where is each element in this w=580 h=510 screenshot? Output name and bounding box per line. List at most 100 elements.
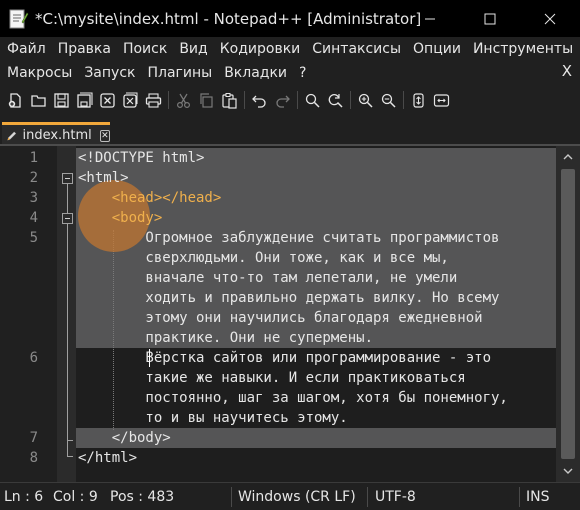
notepadpp-logo-icon bbox=[9, 9, 29, 28]
code-line: <!DOCTYPE html> bbox=[78, 150, 205, 166]
modified-file-pencil-icon bbox=[7, 131, 17, 140]
line-number: 5 bbox=[29, 230, 38, 246]
tab-close-button[interactable]: ✕ bbox=[99, 129, 110, 142]
save-button[interactable] bbox=[50, 88, 73, 112]
toolbar-separator bbox=[350, 91, 351, 109]
paste-button[interactable] bbox=[218, 88, 241, 112]
cut-button[interactable] bbox=[172, 88, 195, 112]
toolbar-separator bbox=[244, 91, 245, 109]
minimize-button[interactable] bbox=[400, 0, 460, 37]
line-number: 4 bbox=[29, 210, 38, 226]
copy-button[interactable] bbox=[195, 88, 218, 112]
menu-macro[interactable]: Макросы bbox=[0, 65, 77, 81]
menu-search[interactable]: Поиск bbox=[116, 41, 172, 57]
toolbar-separator bbox=[297, 91, 298, 109]
menu-view[interactable]: Вид bbox=[172, 41, 212, 57]
status-position: Pos : 483 bbox=[110, 489, 175, 505]
word-wrap-button[interactable] bbox=[430, 88, 453, 112]
sync-scroll-button[interactable] bbox=[407, 88, 430, 112]
status-bar: Ln : 6 Col : 9 Pos : 483 Windows (CR LF)… bbox=[0, 482, 580, 510]
copy-icon bbox=[200, 92, 213, 108]
code-line: то и вы научитесь этому. bbox=[78, 410, 348, 426]
code-line: сверхлюдьми. Они тоже, как и все мы, bbox=[78, 250, 449, 266]
line-number: 8 bbox=[29, 450, 38, 466]
status-separator bbox=[367, 487, 368, 507]
fold-line bbox=[67, 184, 68, 456]
code-line: практике. Они не супермены. bbox=[78, 330, 374, 346]
open-file-icon bbox=[31, 94, 46, 107]
menu-row-1: Файл Правка Поиск Вид Кодировки Синтакси… bbox=[0, 37, 578, 61]
fold-toggle-html[interactable] bbox=[62, 173, 73, 184]
redo-button[interactable] bbox=[271, 88, 294, 112]
undo-button[interactable] bbox=[248, 88, 271, 112]
code-line: этому они научились благодаря ежедневной bbox=[78, 310, 483, 326]
menu-language[interactable]: Синтаксисы bbox=[305, 41, 406, 57]
code-line: Огромное заблуждение считать программист… bbox=[78, 230, 500, 246]
line-number: 7 bbox=[29, 430, 38, 446]
code-line: </html> bbox=[78, 450, 138, 466]
toolbar-separator bbox=[403, 91, 404, 109]
menu-edit[interactable]: Правка bbox=[51, 41, 116, 57]
menu-run[interactable]: Запуск bbox=[77, 65, 140, 81]
replace-icon bbox=[328, 93, 343, 108]
close-all-button[interactable] bbox=[119, 88, 142, 112]
maximize-icon bbox=[484, 13, 496, 24]
minimize-icon bbox=[425, 18, 435, 19]
wrap-icon bbox=[433, 93, 450, 107]
find-icon bbox=[305, 93, 320, 108]
vertical-scrollbar[interactable] bbox=[556, 146, 580, 482]
code-line: </body> bbox=[78, 430, 171, 446]
code-line: Вёрстка сайтов или программирование - эт… bbox=[78, 350, 492, 366]
menu-close-document[interactable]: X bbox=[562, 62, 572, 80]
window-title: *C:\mysite\index.html - Notepad++ [Admin… bbox=[35, 9, 422, 28]
zoom-out-button[interactable] bbox=[377, 88, 400, 112]
menu-tools[interactable]: Инструменты bbox=[466, 41, 578, 57]
close-file-button[interactable] bbox=[96, 88, 119, 112]
status-line: Ln : 6 bbox=[4, 489, 44, 505]
tab-label: index.html bbox=[22, 128, 92, 143]
print-button[interactable] bbox=[142, 88, 165, 112]
paste-icon bbox=[222, 92, 237, 109]
replace-button[interactable] bbox=[324, 88, 347, 112]
status-separator bbox=[231, 487, 232, 507]
menu-window[interactable]: Вкладки bbox=[217, 65, 292, 81]
scroll-down-button[interactable] bbox=[556, 460, 580, 482]
tab-bar: index.html ✕ bbox=[0, 114, 580, 146]
status-eol: Windows (CR LF) bbox=[238, 489, 356, 505]
scroll-up-button[interactable] bbox=[556, 146, 580, 168]
open-file-button[interactable] bbox=[27, 88, 50, 112]
menu-help[interactable]: ? bbox=[292, 65, 311, 81]
menu-plugins[interactable]: Плагины bbox=[140, 65, 217, 81]
save-all-icon bbox=[77, 91, 93, 108]
tab-index-html[interactable]: index.html ✕ bbox=[2, 122, 110, 146]
code-editor[interactable]: 1 2 3 4 5 6 7 8 <!DOCTYPE html> <html> <… bbox=[0, 146, 580, 482]
maximize-button[interactable] bbox=[460, 0, 520, 37]
menu-bar: Файл Правка Поиск Вид Кодировки Синтакси… bbox=[0, 37, 580, 86]
menu-row-2: Макросы Запуск Плагины Вкладки ? bbox=[0, 61, 311, 85]
arrow-up-icon bbox=[563, 154, 573, 160]
menu-file[interactable]: Файл bbox=[0, 41, 51, 57]
save-all-button[interactable] bbox=[73, 88, 96, 112]
code-line: ходить и правильно держать вилку. Но все… bbox=[78, 290, 500, 306]
new-file-button[interactable] bbox=[4, 88, 27, 112]
line-number: 3 bbox=[29, 190, 38, 206]
close-window-button[interactable] bbox=[520, 0, 580, 37]
code-line: такие же навыки. И если практиковаться bbox=[78, 370, 466, 386]
status-encoding: UTF-8 bbox=[375, 489, 416, 505]
close-file-icon bbox=[100, 92, 115, 108]
code-line: постоянно, шаг за шагом, хотя бы понемно… bbox=[78, 390, 508, 406]
scrollbar-thumb[interactable] bbox=[561, 169, 575, 459]
find-button[interactable] bbox=[301, 88, 324, 112]
menu-encoding[interactable]: Кодировки bbox=[213, 41, 306, 57]
window-controls bbox=[400, 0, 580, 37]
line-number: 2 bbox=[29, 170, 38, 186]
toolbar bbox=[0, 86, 580, 114]
menu-settings[interactable]: Опции bbox=[406, 41, 466, 57]
line-number: 1 bbox=[29, 150, 38, 166]
new-file-icon bbox=[8, 92, 21, 108]
arrow-down-icon bbox=[563, 468, 573, 474]
code-line: <body> bbox=[78, 210, 163, 226]
zoom-in-button[interactable] bbox=[354, 88, 377, 112]
fold-toggle-body[interactable] bbox=[62, 213, 73, 224]
line-number: 6 bbox=[29, 350, 38, 366]
